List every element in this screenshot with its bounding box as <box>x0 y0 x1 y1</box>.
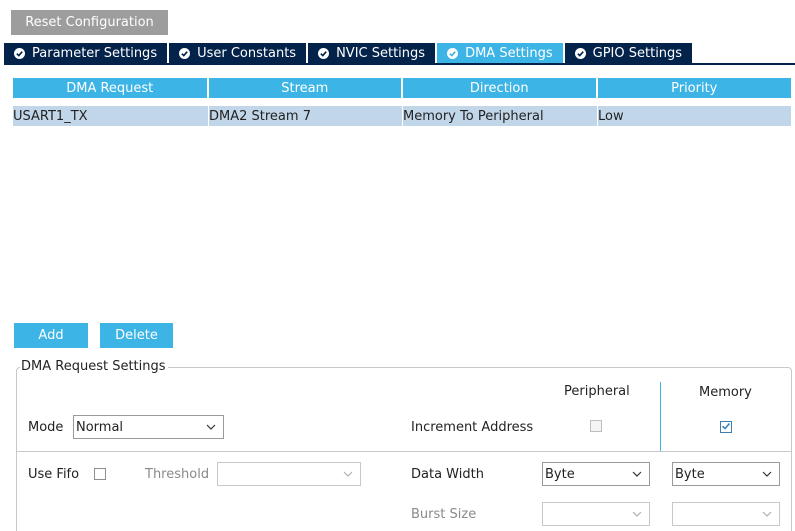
tabbar-divider <box>4 63 795 65</box>
tab-parameter-settings[interactable]: Parameter Settings <box>4 43 168 63</box>
table-row[interactable]: USART1_TX DMA2 Stream 7 Memory To Periph… <box>13 106 791 126</box>
tab-user-constants[interactable]: User Constants <box>169 43 307 63</box>
settings-tabbar: Parameter Settings User Constants NVIC S… <box>4 43 694 63</box>
peripheral-data-width-value: Byte <box>545 466 575 482</box>
use-fifo-label: Use Fifo <box>28 467 80 482</box>
memory-burst-size-select[interactable] <box>672 502 780 526</box>
peripheral-increment-checkbox[interactable] <box>590 420 602 432</box>
tab-label: DMA Settings <box>465 45 553 61</box>
burst-size-label: Burst Size <box>411 507 477 522</box>
delete-button[interactable]: Delete <box>100 323 173 348</box>
tab-nvic-settings[interactable]: NVIC Settings <box>308 43 436 63</box>
cell-direction[interactable]: Memory To Peripheral <box>403 106 598 126</box>
section-divider <box>16 451 792 452</box>
column-header-priority[interactable]: Priority <box>597 78 791 98</box>
increment-address-label: Increment Address <box>411 420 534 435</box>
group-title: DMA Request Settings <box>20 359 168 374</box>
check-circle-icon <box>318 47 330 59</box>
mode-select[interactable]: Normal <box>73 415 224 439</box>
tab-label: Parameter Settings <box>32 45 158 61</box>
peripheral-burst-size-select[interactable] <box>542 502 650 526</box>
peripheral-column-header: Peripheral <box>564 384 630 399</box>
tab-gpio-settings[interactable]: GPIO Settings <box>564 43 693 63</box>
cell-priority[interactable]: Low <box>598 106 791 126</box>
data-width-label: Data Width <box>411 467 484 482</box>
check-circle-icon <box>447 47 459 59</box>
check-circle-icon <box>574 47 586 59</box>
chevron-down-icon <box>342 468 354 484</box>
cell-dma-request: USART1_TX <box>13 106 209 126</box>
check-circle-icon <box>14 47 25 59</box>
column-separator <box>660 382 661 452</box>
dma-table-header: DMA Request Stream Direction Priority <box>13 78 791 98</box>
threshold-select[interactable] <box>217 462 361 486</box>
use-fifo-checkbox[interactable] <box>94 468 106 480</box>
threshold-label: Threshold <box>145 467 210 482</box>
checkmark-icon <box>721 420 731 435</box>
tab-label: User Constants <box>197 45 297 61</box>
memory-column-header: Memory <box>699 385 752 400</box>
tab-label: GPIO Settings <box>592 45 683 61</box>
chevron-down-icon <box>761 468 773 484</box>
chevron-down-icon <box>631 508 643 524</box>
chevron-down-icon <box>631 468 643 484</box>
memory-data-width-select[interactable]: Byte <box>672 462 780 486</box>
peripheral-data-width-select[interactable]: Byte <box>542 462 650 486</box>
chevron-down-icon <box>205 421 217 437</box>
tab-dma-settings[interactable]: DMA Settings <box>437 43 563 63</box>
memory-data-width-value: Byte <box>675 466 705 482</box>
check-circle-icon <box>179 47 191 59</box>
add-button[interactable]: Add <box>14 323 88 348</box>
mode-label: Mode <box>28 420 64 435</box>
reset-configuration-button[interactable]: Reset Configuration <box>11 10 168 35</box>
column-header-stream[interactable]: Stream <box>208 78 401 98</box>
tab-label: NVIC Settings <box>336 45 426 61</box>
cell-stream[interactable]: DMA2 Stream 7 <box>209 106 403 126</box>
column-header-dma-request[interactable]: DMA Request <box>13 78 207 98</box>
memory-increment-checkbox[interactable] <box>720 421 732 433</box>
mode-value: Normal <box>76 419 124 435</box>
chevron-down-icon <box>761 508 773 524</box>
column-header-direction[interactable]: Direction <box>403 78 596 98</box>
